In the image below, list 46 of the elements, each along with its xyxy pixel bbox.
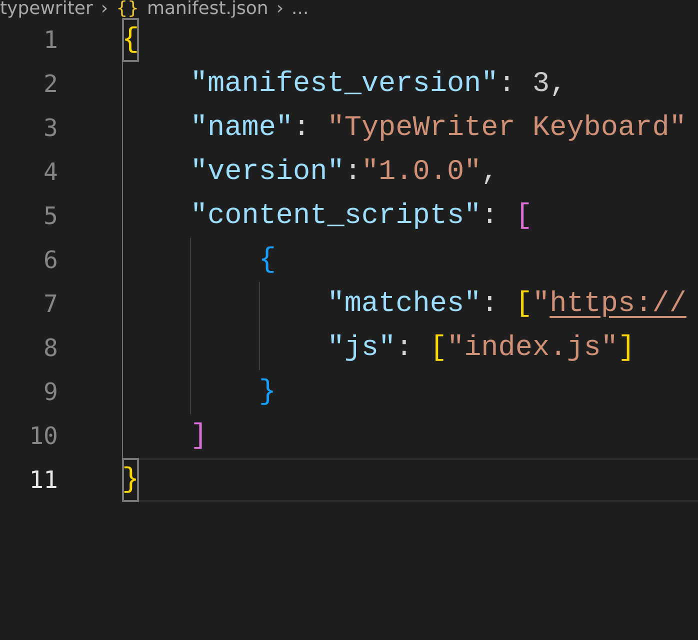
json-key: "js" bbox=[327, 326, 396, 370]
punctuation: , bbox=[550, 66, 567, 102]
punctuation: : bbox=[498, 66, 516, 102]
json-file-icon: {} bbox=[116, 0, 139, 18]
bracket: ] bbox=[618, 330, 636, 366]
json-key: "version" bbox=[190, 150, 344, 194]
bracket: { bbox=[122, 18, 140, 62]
string-value: " bbox=[532, 286, 550, 322]
punctuation: : bbox=[396, 330, 414, 366]
punctuation: : bbox=[293, 110, 312, 146]
bracket: { bbox=[258, 242, 276, 278]
breadcrumb-item[interactable]: typewriter bbox=[0, 0, 93, 18]
punctuation: : bbox=[481, 198, 500, 234]
link[interactable]: https:// bbox=[550, 282, 686, 326]
line-number: 8 bbox=[42, 333, 58, 364]
breadcrumb-separator: › bbox=[276, 0, 284, 18]
json-key: "matches" bbox=[327, 282, 482, 326]
punctuation: : bbox=[344, 154, 362, 190]
line-number: 10 bbox=[28, 421, 58, 452]
line-number: 6 bbox=[42, 245, 58, 276]
line-number: 4 bbox=[42, 157, 58, 188]
breadcrumb-item[interactable]: ... bbox=[292, 0, 309, 18]
bracket: [ bbox=[430, 330, 447, 366]
line-number: 7 bbox=[42, 289, 58, 320]
breadcrumb-item[interactable]: manifest.json bbox=[146, 0, 268, 18]
line-number: 2 bbox=[42, 69, 58, 100]
string-value: "index.js" bbox=[446, 330, 618, 366]
json-key: "content_scripts" bbox=[190, 194, 482, 238]
punctuation: : bbox=[481, 286, 500, 322]
string-value: "TypeWriter Keyboard" bbox=[327, 110, 686, 146]
line-number: 9 bbox=[42, 377, 58, 408]
bracket: } bbox=[258, 374, 276, 410]
bracket: ] bbox=[190, 418, 208, 454]
string-value: "1.0.0" bbox=[361, 154, 482, 190]
line-number: 11 bbox=[28, 465, 58, 496]
line-number: 5 bbox=[42, 201, 58, 232]
breadcrumb-separator: › bbox=[100, 0, 108, 18]
bracket: } bbox=[122, 458, 140, 502]
json-key: "name" bbox=[190, 106, 294, 150]
punctuation: , bbox=[481, 154, 498, 190]
number-value: 3 bbox=[532, 66, 550, 102]
line-number: 1 bbox=[42, 25, 58, 56]
json-key: "manifest_version" bbox=[190, 62, 498, 106]
bracket: [ bbox=[515, 286, 532, 322]
bracket: [ bbox=[515, 198, 532, 234]
line-number: 3 bbox=[42, 113, 58, 144]
